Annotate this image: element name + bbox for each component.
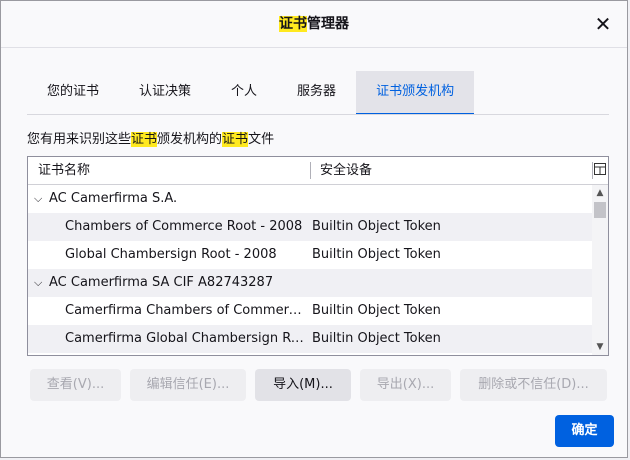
- chevron-down-icon[interactable]: ⌵: [34, 269, 46, 297]
- title-rest: 管理器: [307, 16, 349, 32]
- ok-button[interactable]: 确定: [555, 415, 614, 447]
- view-button[interactable]: 查看(V)...: [30, 369, 121, 401]
- tree-row[interactable]: Camerfirma Global Chambersign Ro... Buil…: [28, 325, 592, 353]
- row-name: Camerfirma Global Chambersign Ro...: [65, 331, 305, 346]
- scroll-up-icon[interactable]: ▲: [592, 186, 608, 200]
- tab-authentication-decisions[interactable]: 认证决策: [119, 71, 211, 115]
- row-device: Builtin Object Token: [312, 219, 441, 234]
- tab-divider: [27, 114, 609, 115]
- import-button[interactable]: 导入(M)...: [255, 369, 351, 401]
- chevron-down-icon[interactable]: ⌵: [34, 185, 46, 213]
- column-header-device[interactable]: 安全设备: [320, 157, 372, 184]
- tree-row[interactable]: Global Chambersign Root - 2008 Builtin O…: [28, 241, 592, 269]
- scroll-down-icon[interactable]: ▼: [592, 340, 608, 354]
- column-picker-icon[interactable]: [594, 163, 606, 177]
- column-header-name[interactable]: 证书名称: [38, 157, 90, 184]
- tree-row-group[interactable]: ⌵ AC Camerfirma S.A.: [28, 185, 592, 213]
- tree-row[interactable]: Chambers of Commerce Root - 2008 Builtin…: [28, 213, 592, 241]
- certificate-tree[interactable]: 证书名称 安全设备 ⌵ AC Camerfirma S.A. Chambers …: [27, 156, 609, 356]
- description-highlight-1: 证书: [131, 132, 158, 147]
- delete-distrust-button[interactable]: 删除或不信任(D)...: [460, 369, 607, 401]
- description-text: 您有用来识别这些证书颁发机构的证书文件: [27, 128, 274, 147]
- row-name: Camerfirma Chambers of Commerc...: [65, 303, 305, 318]
- row-name: Global Chambersign Root - 2008: [65, 247, 277, 262]
- tab-servers[interactable]: 服务器: [277, 71, 356, 115]
- column-separator[interactable]: [310, 162, 311, 179]
- column-separator[interactable]: [592, 162, 593, 179]
- edit-trust-button[interactable]: 编辑信任(E)...: [130, 369, 246, 401]
- tree-row[interactable]: Camerfirma Chambers of Commerc... Builti…: [28, 297, 592, 325]
- vertical-scrollbar[interactable]: ▲ ▼: [592, 185, 608, 355]
- description-part1: 您有用来识别这些: [27, 132, 132, 147]
- export-button[interactable]: 导出(X)...: [360, 369, 451, 401]
- row-device: Builtin Object Token: [312, 247, 441, 262]
- scrollbar-thumb[interactable]: [594, 202, 606, 218]
- tab-bar: 您的证书 认证决策 个人 服务器 证书颁发机构: [27, 71, 475, 115]
- description-highlight-2: 证书: [222, 132, 249, 147]
- description-part3: 文件: [248, 132, 275, 147]
- row-device: Builtin Object Token: [312, 303, 441, 318]
- title-divider: [1, 47, 627, 48]
- row-name: AC Camerfirma SA CIF A82743287: [49, 275, 274, 290]
- close-icon[interactable]: ✕: [591, 12, 615, 36]
- row-device: Builtin Object Token: [312, 331, 441, 346]
- title-bar: 证书管理器 ✕: [1, 1, 627, 47]
- tree-header: 证书名称 安全设备: [28, 157, 608, 185]
- dialog-title: 证书管理器: [279, 16, 349, 32]
- description-part2: 颁发机构的: [157, 132, 223, 147]
- tree-row-group[interactable]: ⌵ AC Camerfirma SA CIF A82743287: [28, 269, 592, 297]
- title-highlight: 证书: [279, 16, 307, 32]
- tab-your-certificates[interactable]: 您的证书: [27, 71, 119, 115]
- tab-authorities[interactable]: 证书颁发机构: [356, 71, 475, 115]
- row-name: Chambers of Commerce Root - 2008: [65, 219, 303, 234]
- row-name: AC Camerfirma S.A.: [49, 191, 178, 206]
- tree-rows: ⌵ AC Camerfirma S.A. Chambers of Commerc…: [28, 185, 592, 353]
- tab-people[interactable]: 个人: [211, 71, 277, 115]
- certificate-manager-dialog: 证书管理器 ✕ 您的证书 认证决策 个人 服务器 证书颁发机构 您有用来识别这些…: [0, 0, 628, 458]
